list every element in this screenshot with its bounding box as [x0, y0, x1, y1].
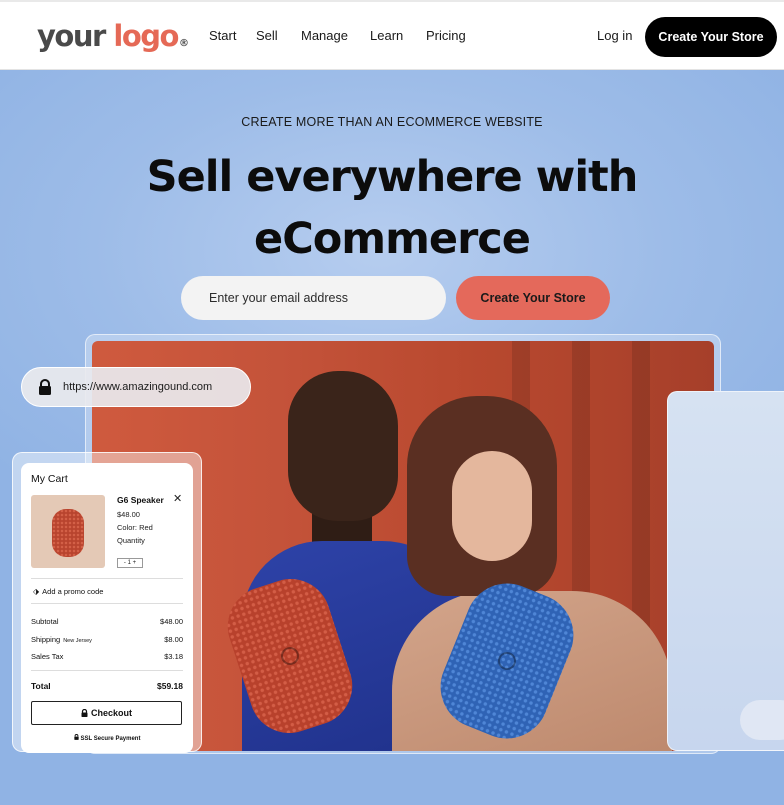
quantity-value: 1 — [127, 560, 131, 566]
ssl-label: SSL Secure Payment — [80, 736, 141, 742]
email-input[interactable] — [181, 276, 446, 320]
tag-icon: ⬗ — [33, 587, 40, 596]
tax-label: Sales Tax — [31, 652, 64, 661]
product-name: G6 Speaker — [117, 495, 164, 505]
cart-panel: My Cart G6 Speaker ✕ $48.00 Color: Red Q… — [21, 463, 193, 753]
promo-code-link[interactable]: ⬗ Add a promo code — [33, 587, 103, 596]
divider — [31, 603, 183, 604]
registered-mark: ® — [178, 38, 189, 49]
divider — [31, 670, 183, 671]
tax-row: Sales Tax $3.18 — [31, 652, 183, 661]
nav-start[interactable]: Start — [209, 28, 236, 43]
woman-face — [452, 451, 532, 561]
power-icon — [495, 649, 519, 673]
power-icon — [278, 644, 302, 668]
remove-item-icon[interactable]: ✕ — [173, 493, 182, 505]
nav-learn[interactable]: Learn — [370, 28, 403, 43]
product-thumbnail — [31, 495, 105, 568]
cart-title: My Cart — [31, 473, 68, 485]
nav-sell[interactable]: Sell — [256, 28, 278, 43]
lock-icon — [39, 379, 51, 395]
browser-url-bar: https://www.amazingound.com — [21, 367, 251, 407]
speaker-icon — [52, 509, 84, 557]
tax-value: $3.18 — [164, 652, 183, 661]
divider — [31, 578, 183, 579]
glass-decoration — [740, 700, 784, 740]
total-label: Total — [31, 681, 51, 691]
total-row: Total $59.18 — [31, 681, 183, 691]
quantity-stepper[interactable]: - 1 + — [117, 558, 143, 568]
shipping-region: New Jersey — [63, 638, 92, 644]
logo-word-1: your — [37, 19, 106, 53]
headline-line-2: eCommerce — [254, 214, 531, 264]
logo-word-2: logo — [113, 19, 179, 53]
nav-pricing[interactable]: Pricing — [426, 28, 466, 43]
create-store-button-header[interactable]: Create Your Store — [645, 17, 777, 57]
login-link[interactable]: Log in — [597, 28, 632, 43]
nav-manage[interactable]: Manage — [301, 28, 348, 43]
shipping-label: Shipping — [31, 635, 61, 644]
url-text: https://www.amazingound.com — [63, 381, 213, 393]
ssl-note: SSL Secure Payment — [21, 734, 193, 742]
promo-label: Add a promo code — [42, 587, 104, 596]
checkout-label: Checkout — [90, 708, 132, 718]
subtotal-value: $48.00 — [160, 617, 183, 626]
create-store-button-hero[interactable]: Create Your Store — [456, 276, 610, 320]
subtotal-row: Subtotal $48.00 — [31, 617, 183, 626]
product-color: Color: Red — [117, 523, 153, 532]
quantity-label: Quantity — [117, 536, 145, 545]
hero-eyebrow: CREATE MORE THAN AN ECOMMERCE WEBSITE — [241, 115, 543, 129]
checkout-button[interactable]: Checkout — [31, 701, 182, 725]
site-header: your logo® Start Sell Manage Learn Prici… — [0, 2, 784, 70]
subtotal-label: Subtotal — [31, 617, 59, 626]
product-price: $48.00 — [117, 510, 140, 519]
lock-icon — [81, 708, 88, 717]
hero-headline: Sell everywhere with eCommerce — [0, 146, 784, 270]
glass-panel — [667, 391, 784, 751]
lock-icon — [73, 734, 79, 740]
total-value: $59.18 — [157, 681, 183, 691]
shipping-row: Shipping New Jersey $8.00 — [31, 635, 183, 644]
man-head — [288, 371, 398, 521]
shipping-value: $8.00 — [164, 635, 183, 644]
logo[interactable]: your logo® — [37, 16, 189, 56]
headline-line-1: Sell everywhere with — [146, 152, 639, 202]
